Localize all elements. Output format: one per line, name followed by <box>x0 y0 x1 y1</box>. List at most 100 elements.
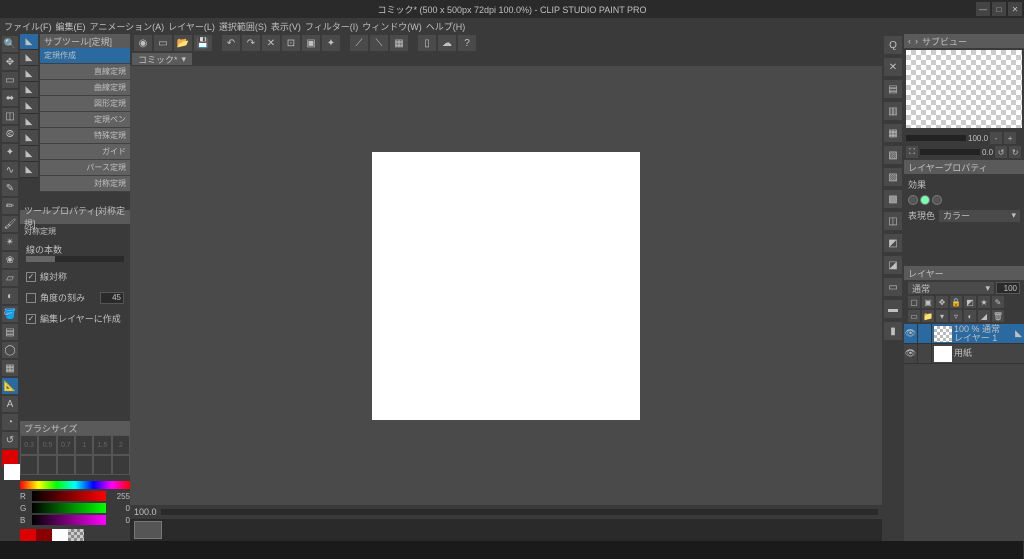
navigator-preview[interactable] <box>906 50 1022 128</box>
effect-tone-icon[interactable] <box>920 195 930 205</box>
brush-preset[interactable]: 2 <box>112 435 130 455</box>
material-icon[interactable]: ▮ <box>884 322 902 340</box>
chevron-right-icon[interactable]: › <box>915 36 918 46</box>
menu-layer[interactable]: レイヤー(L) <box>168 20 215 33</box>
timeline-thumbnail[interactable] <box>134 521 162 539</box>
subtool-item[interactable]: 定規ペン <box>40 112 130 128</box>
brush-preset[interactable] <box>38 455 56 475</box>
edit-layer-checkbox[interactable]: ✓ <box>26 314 36 324</box>
material-icon[interactable]: ▤ <box>884 80 902 98</box>
operation-tool-icon[interactable]: ▭ <box>2 72 18 88</box>
subtool-item[interactable]: 特殊定規 <box>40 128 130 144</box>
lasso-tool-icon[interactable]: ⧀ <box>2 126 18 142</box>
brush-preset[interactable]: 1.5 <box>93 435 111 455</box>
brush-preset[interactable] <box>112 455 130 475</box>
angle-step-checkbox[interactable] <box>26 293 36 303</box>
layer-thumbnail[interactable] <box>934 326 952 342</box>
subtool-item-create-ruler[interactable]: 定規作成 <box>40 48 130 64</box>
material-icon[interactable]: ▭ <box>884 278 902 296</box>
angle-step-value[interactable]: 45 <box>100 292 124 304</box>
balloon-tool-icon[interactable]: ◔ <box>2 414 18 430</box>
new-file-icon[interactable]: ▭ <box>154 35 172 51</box>
move-tool-icon[interactable]: ✥ <box>2 54 18 70</box>
layer-down-icon[interactable]: ▾ <box>936 310 948 322</box>
maximize-button[interactable]: □ <box>992 2 1006 16</box>
ruler-group-icon[interactable]: ◣ <box>20 34 38 50</box>
menu-window[interactable]: ウィンドウ(W) <box>362 20 422 33</box>
canvas[interactable] <box>372 152 640 420</box>
snap-grid-icon[interactable]: ▦ <box>390 35 408 51</box>
fill-tool-icon[interactable]: 🪣 <box>2 306 18 322</box>
delete-layer-icon[interactable]: 🗑 <box>992 310 1004 322</box>
subtool-item[interactable]: 直線定規 <box>40 64 130 80</box>
menu-file[interactable]: ファイル(F) <box>4 20 52 33</box>
visibility-toggle-icon[interactable]: 👁 <box>904 324 918 344</box>
crop-icon[interactable]: ⊡ <box>282 35 300 51</box>
swatch[interactable] <box>52 529 68 541</box>
new-layer-icon[interactable]: ▭ <box>908 310 920 322</box>
redo-icon[interactable]: ↷ <box>242 35 260 51</box>
chevron-left-icon[interactable]: ‹ <box>908 36 911 46</box>
layer-thumbnail[interactable] <box>934 346 952 362</box>
material-icon[interactable]: ▧ <box>884 146 902 164</box>
movelayer-tool-icon[interactable]: ⬌ <box>2 90 18 106</box>
ruler-sub-icon[interactable]: ◣ <box>20 66 38 82</box>
airbrush-tool-icon[interactable]: ✴ <box>2 234 18 250</box>
cloud-icon[interactable]: ☁ <box>438 35 456 51</box>
zoom-in-icon[interactable]: + <box>1004 132 1016 144</box>
wand-tool-icon[interactable]: ✦ <box>2 144 18 160</box>
menu-help[interactable]: ヘルプ(H) <box>426 20 466 33</box>
material-icon[interactable]: ◩ <box>884 234 902 252</box>
tool-property-header[interactable]: ツールプロパティ[対称定規] <box>20 210 130 224</box>
ruler-sub-icon[interactable]: ◣ <box>20 130 38 146</box>
tab-dropdown-icon[interactable]: ▾ <box>182 54 187 65</box>
open-file-icon[interactable]: 📂 <box>174 35 192 51</box>
layer-row[interactable]: 👁 用紙 <box>904 344 1024 364</box>
g-slider[interactable] <box>32 503 106 513</box>
delete-icon[interactable]: ✕ <box>262 35 280 51</box>
lock-position-icon[interactable]: ✥ <box>936 296 948 308</box>
deselect-icon[interactable]: ▣ <box>302 35 320 51</box>
canvas-viewport[interactable] <box>130 66 882 505</box>
rotate-cw-icon[interactable]: ↻ <box>1009 146 1021 158</box>
r-slider[interactable] <box>32 491 106 501</box>
document-tab[interactable]: コミック* ▾ <box>132 53 192 65</box>
layer-lock-cell[interactable] <box>918 344 932 364</box>
material-icon[interactable]: ▬ <box>884 300 902 318</box>
subtool-item[interactable]: 曲線定規 <box>40 80 130 96</box>
close-button[interactable]: ✕ <box>1008 2 1022 16</box>
marquee-tool-icon[interactable]: ◫ <box>2 108 18 124</box>
swatch[interactable] <box>36 529 52 541</box>
ruler-on-layer-icon[interactable]: ◢ <box>978 310 990 322</box>
swatch-transparent[interactable] <box>68 529 84 541</box>
snap-ruler-icon[interactable]: ⟋ <box>350 35 368 51</box>
brush-preset[interactable]: 0.7 <box>57 435 75 455</box>
swatch[interactable] <box>20 529 36 541</box>
deco-tool-icon[interactable]: ❀ <box>2 252 18 268</box>
clip-studio-icon[interactable]: ◉ <box>134 35 152 51</box>
close-panel-icon[interactable]: ✕ <box>884 58 902 76</box>
ruler-sub-icon[interactable]: ◣ <box>20 82 38 98</box>
frame-tool-icon[interactable]: ▦ <box>2 360 18 376</box>
lock-transparent-icon[interactable]: ▢ <box>908 296 920 308</box>
menu-filter[interactable]: フィルター(I) <box>305 20 358 33</box>
rotate-ccw-icon[interactable]: ↺ <box>995 146 1007 158</box>
lock-all-icon[interactable]: 🔒 <box>950 296 962 308</box>
opacity-value[interactable]: 100 <box>996 282 1020 294</box>
menu-edit[interactable]: 編集(E) <box>56 20 86 33</box>
ruler-sub-icon[interactable]: ◣ <box>20 98 38 114</box>
brush-preset[interactable]: 0.5 <box>38 435 56 455</box>
menu-selection[interactable]: 選択範囲(S) <box>219 20 267 33</box>
visibility-toggle-icon[interactable]: 👁 <box>904 344 918 364</box>
zoom-tool-icon[interactable]: 🔍 <box>2 36 18 52</box>
material-icon[interactable]: ▦ <box>884 124 902 142</box>
pen-tool-icon[interactable]: ✎ <box>2 180 18 196</box>
smartphone-icon[interactable]: ▯ <box>418 35 436 51</box>
quick-access-icon[interactable]: Q <box>884 36 902 54</box>
expression-color-dropdown[interactable]: カラー▾ <box>939 210 1020 222</box>
layer-property-header[interactable]: レイヤープロパティ <box>904 160 1024 174</box>
subtool-item[interactable]: 図形定規 <box>40 96 130 112</box>
brush-preset[interactable] <box>20 455 38 475</box>
navigator-header[interactable]: ‹›サブビュー <box>904 34 1024 48</box>
transform-icon[interactable]: ✦ <box>322 35 340 51</box>
